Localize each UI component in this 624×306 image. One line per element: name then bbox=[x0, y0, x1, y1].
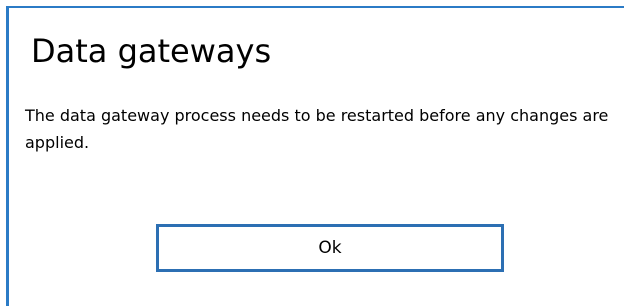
dialog-message: The data gateway process needs to be res… bbox=[25, 106, 609, 152]
ok-button[interactable]: Ok bbox=[156, 224, 504, 272]
dialog-title: Data gateways bbox=[31, 32, 272, 70]
dialog-window: Data gateways The data gateway process n… bbox=[6, 6, 624, 306]
